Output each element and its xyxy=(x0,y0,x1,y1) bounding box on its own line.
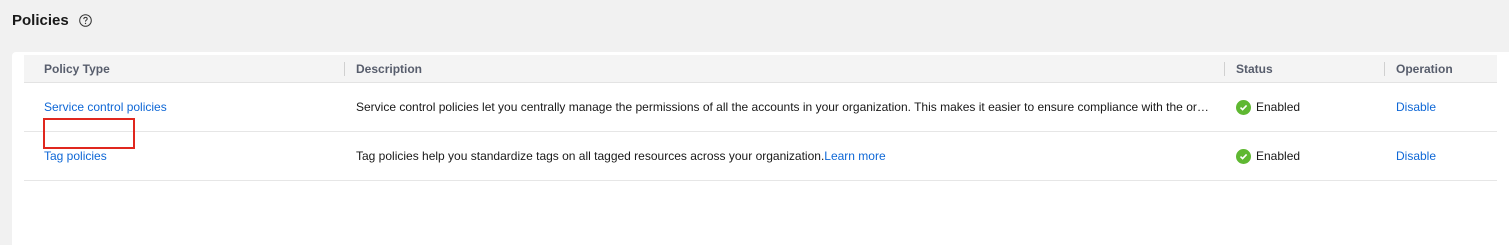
check-circle-icon xyxy=(1236,99,1251,115)
column-header-operation: Operation xyxy=(1384,55,1497,82)
status-text: Enabled xyxy=(1256,100,1301,114)
column-header-status: Status xyxy=(1224,55,1384,82)
status-text: Enabled xyxy=(1256,149,1301,163)
policy-link-service-control[interactable]: Service control policies xyxy=(44,100,167,114)
column-header-policy-type: Policy Type xyxy=(44,61,110,76)
page-title: Policies xyxy=(12,11,69,29)
table-header: Policy Type Description Status Operation xyxy=(24,55,1497,83)
table-row: Service control policies Service control… xyxy=(24,83,1497,132)
status-badge: Enabled xyxy=(1236,99,1301,115)
disable-button[interactable]: Disable xyxy=(1396,149,1436,163)
disable-button[interactable]: Disable xyxy=(1396,100,1436,114)
policy-description: Service control policies let you central… xyxy=(356,100,1212,114)
learn-more-link[interactable]: Learn more xyxy=(824,149,885,163)
policies-table: Policy Type Description Status Operation… xyxy=(24,55,1497,181)
policy-description: Tag policies help you standardize tags o… xyxy=(356,149,825,163)
status-badge: Enabled xyxy=(1236,148,1301,164)
question-circle-icon[interactable] xyxy=(78,13,92,27)
check-circle-icon xyxy=(1236,148,1251,164)
table-row: Tag policies Tag policies help you stand… xyxy=(24,118,1497,181)
column-header-description: Description xyxy=(344,55,1224,82)
policy-link-tag[interactable]: Tag policies xyxy=(44,149,107,163)
page-header: Policies xyxy=(12,10,92,30)
